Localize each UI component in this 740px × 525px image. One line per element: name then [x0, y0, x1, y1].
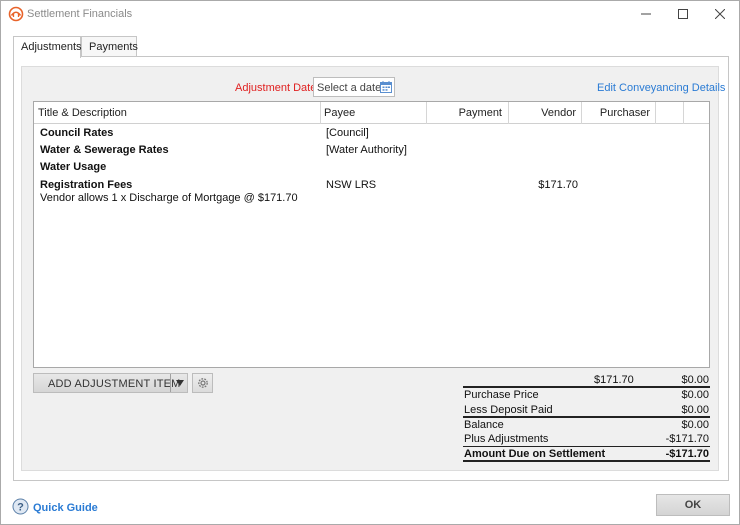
amount-due-underline — [463, 460, 710, 462]
date-placeholder: Select a date — [317, 82, 382, 94]
window-title: Settlement Financials — [27, 8, 133, 20]
maximize-button[interactable] — [666, 1, 700, 27]
gear-icon — [198, 378, 208, 388]
quick-guide-link[interactable]: Quick Guide — [33, 502, 98, 514]
purchase-price-value: $0.00 — [681, 389, 709, 401]
row-title[interactable]: Council Rates — [40, 127, 113, 139]
svg-text:?: ? — [17, 502, 24, 514]
row-title[interactable]: Water Usage — [40, 161, 106, 173]
close-button[interactable] — [703, 1, 737, 27]
adjustments-grid: Title & Description Payee Payment Vendor… — [33, 101, 710, 368]
grid-header: Title & Description Payee Payment Vendor… — [34, 102, 709, 124]
balance-divider — [463, 416, 710, 418]
row-payee[interactable]: [Water Authority] — [326, 144, 407, 156]
title-bar: Settlement Financials — [1, 1, 739, 27]
adjustment-date-picker[interactable]: Select a date — [313, 77, 395, 97]
totals-divider — [463, 386, 710, 388]
add-adjustment-item-label: ADD ADJUSTMENT ITEM — [48, 378, 181, 390]
help-icon[interactable]: ? — [12, 498, 29, 515]
column-header-title[interactable]: Title & Description — [34, 102, 321, 124]
row-description[interactable]: Vendor allows 1 x Discharge of Mortgage … — [40, 192, 298, 204]
balance-value: $0.00 — [681, 419, 709, 431]
amount-due-value: -$171.70 — [665, 448, 709, 460]
column-header-spacer — [656, 102, 684, 124]
calendar-icon[interactable] — [380, 81, 392, 93]
column-header-vendor[interactable]: Vendor — [509, 102, 582, 124]
column-header-purchaser[interactable]: Purchaser — [582, 102, 656, 124]
amount-due-label: Amount Due on Settlement — [464, 448, 606, 460]
bridge-logo-icon — [8, 6, 24, 22]
column-header-payment[interactable]: Payment — [427, 102, 509, 124]
ok-button[interactable]: OK — [656, 494, 730, 516]
balance-label: Balance — [464, 419, 504, 431]
tab-payments[interactable]: Payments — [81, 36, 138, 57]
adjustment-date-label: Adjustment Date: — [235, 82, 320, 94]
vendor-column-total: $171.70 — [594, 374, 634, 386]
settlement-financials-window: Settlement Financials Adjustments Paymen… — [0, 0, 740, 525]
purchase-price-label: Purchase Price — [464, 389, 539, 401]
minimize-button[interactable] — [629, 1, 663, 27]
purchaser-column-total: $0.00 — [681, 374, 709, 386]
plus-adjustments-value: -$171.70 — [665, 433, 709, 445]
plus-adjustments-label: Plus Adjustments — [464, 433, 549, 445]
row-payee[interactable]: [Council] — [326, 127, 369, 139]
row-title[interactable]: Registration Fees — [40, 179, 132, 191]
tab-adjustments[interactable]: Adjustments — [13, 36, 82, 58]
row-title[interactable]: Water & Sewerage Rates — [40, 144, 169, 156]
amount-due-divider — [463, 446, 710, 447]
edit-conveyancing-details-link[interactable]: Edit Conveyancing Details — [597, 82, 725, 94]
less-deposit-paid-value: $0.00 — [681, 404, 709, 416]
add-adjustment-item-button[interactable]: ADD ADJUSTMENT ITEM — [33, 373, 188, 393]
row-vendor-amount[interactable]: $171.70 — [509, 179, 578, 191]
row-payee[interactable]: NSW LRS — [326, 179, 376, 191]
column-header-payee[interactable]: Payee — [321, 102, 427, 124]
less-deposit-paid-label: Less Deposit Paid — [464, 404, 553, 416]
adjustment-settings-button[interactable] — [192, 373, 213, 393]
split-divider — [170, 374, 171, 392]
triangle-down-icon[interactable] — [172, 376, 188, 390]
